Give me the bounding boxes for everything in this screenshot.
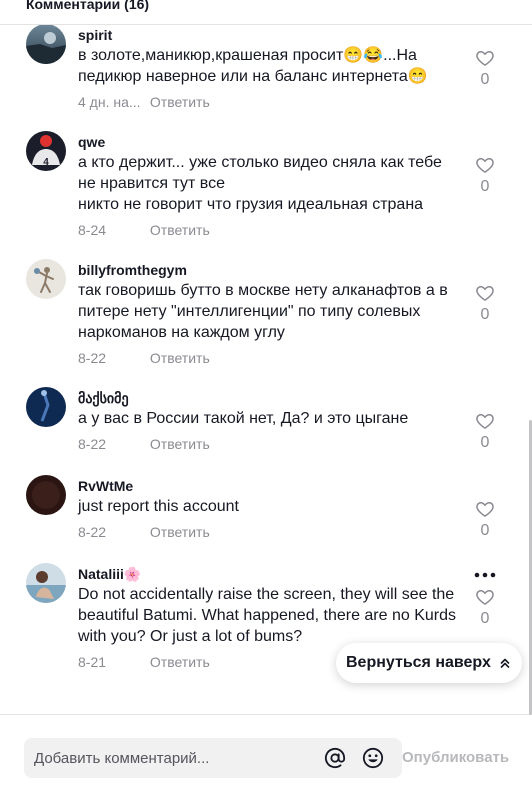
heart-outline-icon[interactable]	[475, 587, 495, 607]
avatar[interactable]	[26, 24, 66, 64]
comment-username[interactable]: RvWtMe	[78, 478, 133, 494]
reply-button[interactable]: Ответить	[150, 350, 210, 366]
comment-text: а у вас в России такой нет, Да? и это цы…	[78, 410, 409, 427]
avatar[interactable]	[26, 387, 66, 427]
comment-text: Do not accidentally raise the screen, th…	[78, 586, 457, 645]
emoji-icon[interactable]	[362, 747, 384, 769]
comment-text: так говоришь бутто в москве нету алканаф…	[78, 282, 448, 341]
comment-date: 8-24	[78, 222, 107, 238]
heart-outline-icon[interactable]	[475, 48, 495, 68]
like-count: 0	[480, 522, 490, 539]
heart-outline-icon[interactable]	[475, 499, 495, 519]
comment-input-box	[24, 738, 402, 778]
comment-text: а кто держит... уже столько видео сняла …	[78, 154, 442, 213]
comment-text: в золоте,маникюр,крашеная просит😁😂...На …	[78, 47, 428, 85]
comment-meta: 8-22 Ответить	[78, 350, 210, 366]
comment-input[interactable]	[34, 738, 314, 778]
reply-button[interactable]: Ответить	[150, 524, 210, 540]
avatar[interactable]	[26, 475, 66, 515]
comment-meta: 4 дн. на... Ответить	[78, 94, 210, 110]
comment-meta: 8-24 Ответить	[78, 222, 210, 238]
svg-text:4: 4	[43, 157, 49, 168]
comment-date: 8-21	[78, 654, 107, 670]
like-count: 0	[480, 178, 490, 195]
avatar[interactable]	[26, 563, 66, 603]
back-to-top-button[interactable]: Вернуться наверх	[336, 643, 522, 683]
comment-username[interactable]: Nataliii🌸	[78, 566, 141, 583]
like-count: 0	[480, 306, 490, 323]
comments-header: Комментарии (16)	[0, 0, 532, 25]
at-sign-icon[interactable]	[324, 747, 346, 769]
comment-date: 8-22	[78, 350, 107, 366]
avatar[interactable]: 4	[26, 131, 66, 171]
avatar[interactable]	[26, 259, 66, 299]
like-count: 0	[480, 434, 490, 451]
comment-username[interactable]: qwe	[78, 134, 105, 150]
reply-button[interactable]: Ответить	[150, 436, 210, 452]
comment-username[interactable]: billyfromthegym	[78, 262, 187, 278]
heart-outline-icon[interactable]	[475, 411, 495, 431]
double-chevron-up-icon	[500, 658, 510, 668]
comment-meta: 8-21 Ответить	[78, 654, 210, 670]
comment-date: 8-22	[78, 436, 107, 452]
reply-button[interactable]: Ответить	[150, 94, 210, 110]
heart-outline-icon[interactable]	[475, 155, 495, 175]
publish-button[interactable]: Опубликовать	[402, 749, 509, 766]
comment-username[interactable]: spirit	[78, 27, 112, 43]
comment-meta: 8-22 Ответить	[78, 524, 210, 540]
comment-meta: 8-22 Ответить	[78, 436, 210, 452]
comment-composer: Опубликовать	[0, 714, 532, 799]
comment-username[interactable]: მაქსიმე	[78, 390, 129, 407]
reply-button[interactable]: Ответить	[150, 222, 210, 238]
like-count: 0	[480, 610, 490, 627]
like-count: 0	[480, 71, 490, 88]
comment-date: 4 дн. на...	[78, 94, 141, 110]
comments-title: Комментарии (16)	[26, 0, 150, 12]
comment-text: just report this account	[78, 498, 239, 515]
reply-button[interactable]: Ответить	[150, 654, 210, 670]
comment-date: 8-22	[78, 524, 107, 540]
more-dots-icon[interactable]	[474, 572, 496, 578]
heart-outline-icon[interactable]	[475, 283, 495, 303]
back-to-top-label: Вернуться наверх	[346, 654, 491, 671]
